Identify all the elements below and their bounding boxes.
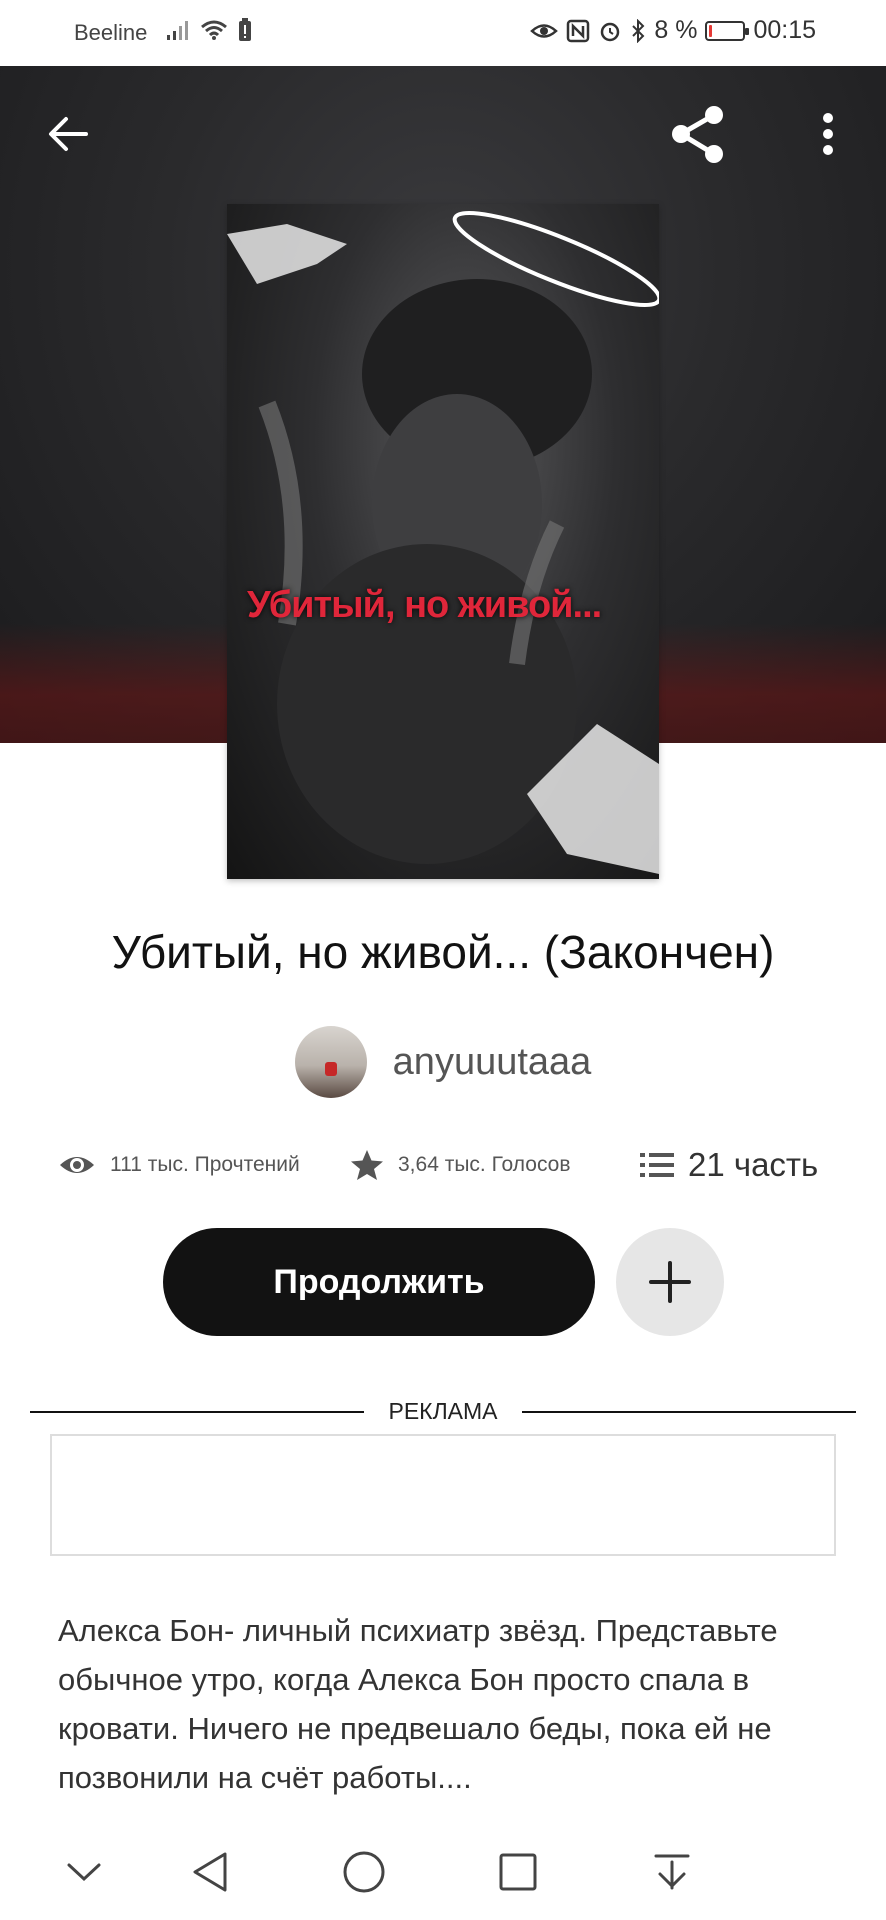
clock: 00:15 (753, 16, 816, 44)
nav-home-button[interactable] (334, 1842, 394, 1902)
back-triangle-icon (193, 1852, 227, 1892)
story-description[interactable]: Алекса Бон- личный психиатр звёзд. Предс… (58, 1606, 848, 1802)
author-avatar[interactable] (294, 1026, 367, 1098)
battery-alert-icon (239, 18, 251, 41)
eye-comfort-icon (530, 23, 559, 38)
recents-square-icon (499, 1853, 537, 1891)
divider-line-right (522, 1411, 856, 1413)
parts-count[interactable]: 21 часть (688, 1146, 818, 1184)
author-name[interactable]: anyuuutaaa (393, 1041, 592, 1084)
ad-divider: РЕКЛАМА (30, 1398, 856, 1428)
nfc-icon (567, 19, 590, 42)
votes-count: 3,64 тыс. Голосов (398, 1153, 571, 1176)
story-stats: 111 тыс. Прочтений 3,64 тыс. Голосов 21 … (58, 1140, 838, 1190)
download-icon (654, 1854, 690, 1890)
ad-container[interactable] (50, 1434, 836, 1556)
back-button[interactable] (36, 102, 100, 166)
battery-icon (705, 20, 750, 41)
eye-icon (60, 1157, 94, 1173)
battery-level (709, 24, 713, 37)
more-vertical-icon (823, 113, 833, 155)
share-button[interactable] (666, 102, 730, 166)
continue-reading-button[interactable]: Продолжить (163, 1228, 595, 1336)
alarm-icon (601, 22, 620, 41)
reads-count: 111 тыс. Прочтений (110, 1153, 300, 1176)
add-to-library-button[interactable] (616, 1228, 724, 1336)
signal-icon (167, 21, 188, 40)
cover-title: Убитый, но живой... (247, 584, 602, 626)
status-bar: Beeline 8 % 00:15 (0, 0, 886, 66)
star-icon (351, 1150, 383, 1180)
chevron-down-icon (67, 1863, 101, 1882)
arrow-left-icon (49, 117, 88, 151)
home-circle-icon (343, 1851, 385, 1893)
book-title: Убитый, но живой... (Закончен) (111, 926, 775, 978)
nav-recents-button[interactable] (488, 1842, 548, 1902)
nav-back-button[interactable] (180, 1842, 240, 1902)
battery-percent: 8 % (654, 16, 698, 44)
list-icon (640, 1153, 674, 1177)
wifi-icon (201, 20, 227, 40)
cover-artwork (227, 211, 659, 874)
system-navigation-bar (0, 1820, 886, 1920)
book-cover[interactable]: Убитый, но живой... (227, 204, 659, 879)
plus-icon (649, 1261, 691, 1303)
reads-stat: 111 тыс. Прочтений (58, 1152, 300, 1178)
hide-nav-button[interactable] (54, 1842, 114, 1902)
bluetooth-icon (632, 18, 645, 43)
author-row[interactable]: anyuuutaaa (0, 1026, 886, 1098)
carrier-name: Beeline (74, 20, 148, 45)
share-icon (672, 106, 723, 163)
more-button[interactable] (796, 102, 860, 166)
votes-stat: 3,64 тыс. Голосов (350, 1149, 571, 1181)
parts-stat[interactable]: 21 часть (640, 1146, 818, 1184)
nav-download-button[interactable] (642, 1842, 702, 1902)
